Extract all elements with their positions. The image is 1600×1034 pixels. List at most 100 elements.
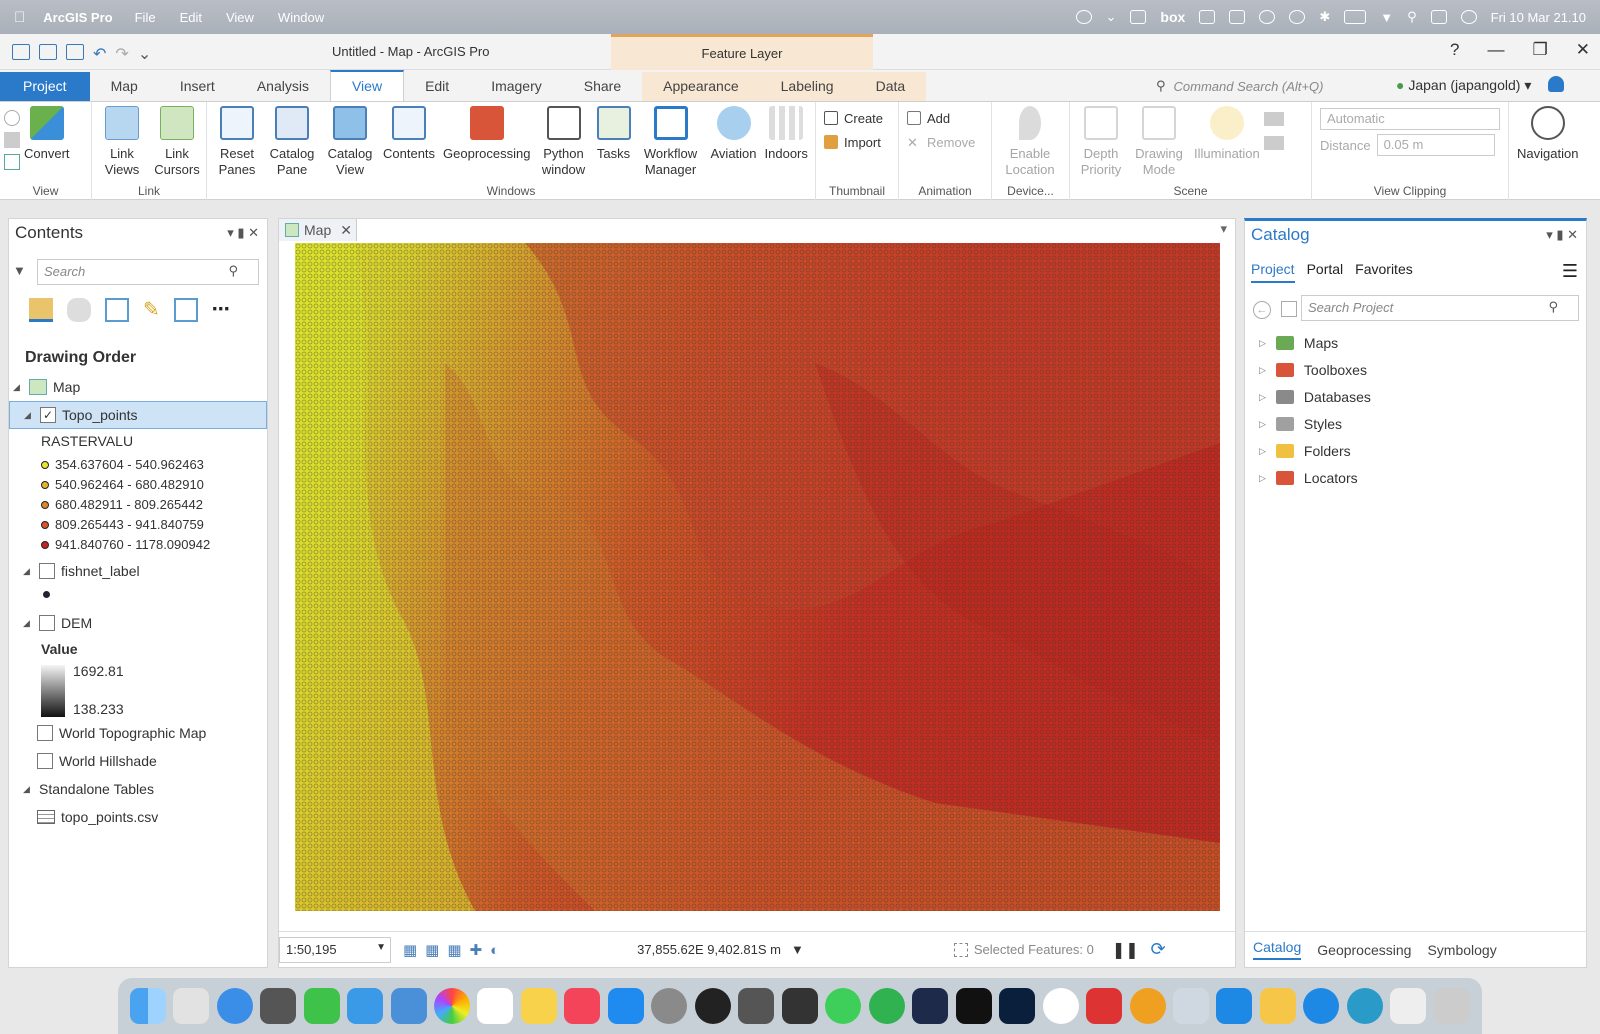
create-thumbnail-button[interactable]: Create xyxy=(824,106,894,130)
documents-icon[interactable] xyxy=(1390,988,1427,1024)
catalog-menu-icon[interactable]: ☰ xyxy=(1562,261,1578,282)
collapse-icon[interactable]: ◢ xyxy=(24,410,34,421)
catalog-search-input[interactable]: Search Project ⚲ xyxy=(1301,295,1579,321)
expand-icon[interactable]: ▷ xyxy=(1259,392,1266,403)
add-animation-button[interactable]: Add xyxy=(907,106,987,130)
list-by-editing-icon[interactable]: ✎ xyxy=(143,297,160,322)
tab-project[interactable]: Project xyxy=(0,72,90,101)
back-icon[interactable]: ← xyxy=(1253,301,1271,319)
close-icon[interactable]: ✕ xyxy=(340,222,352,239)
toc-standalone-tables[interactable]: ◢ Standalone Tables xyxy=(23,781,154,797)
distance-input[interactable]: 0.05 m xyxy=(1376,134,1495,156)
catalog-item-maps[interactable]: ▷ Maps xyxy=(1259,335,1338,351)
close-icon[interactable]: ✕ xyxy=(1576,40,1590,60)
coordinate-format-icon[interactable]: ▼ xyxy=(791,942,804,957)
minimize-icon[interactable]: — xyxy=(1488,40,1505,60)
terminal-icon[interactable] xyxy=(955,988,992,1024)
chatgpt-icon[interactable] xyxy=(1042,988,1079,1024)
remove-animation-button[interactable]: ✕ Remove xyxy=(907,130,987,154)
appstore-icon[interactable] xyxy=(607,988,644,1024)
notification-icon[interactable] xyxy=(1548,76,1564,92)
tab-analysis[interactable]: Analysis xyxy=(236,72,330,101)
redo-icon[interactable]: ↷ xyxy=(115,44,128,63)
wifi-icon[interactable]: ▼ xyxy=(1380,10,1393,25)
tab-insert[interactable]: Insert xyxy=(159,72,236,101)
expand-icon[interactable]: ▷ xyxy=(1259,365,1266,376)
subtab-portal[interactable]: Portal xyxy=(1307,261,1344,283)
trash-icon[interactable] xyxy=(1433,988,1470,1024)
help-icon[interactable]: ? xyxy=(1450,40,1459,60)
menu-file[interactable]: File xyxy=(135,10,156,25)
maximize-icon[interactable]: ❐ xyxy=(1533,40,1548,60)
filter-icon[interactable]: ▼ xyxy=(13,263,26,278)
view-small-icon-1[interactable] xyxy=(4,110,20,126)
expand-icon[interactable]: ▷ xyxy=(1259,446,1266,457)
tab-map[interactable]: Map xyxy=(90,72,159,101)
toc-map[interactable]: ◢ Map xyxy=(13,379,80,395)
map-view-tab[interactable]: Map ✕ xyxy=(279,219,357,241)
toc-world-hillshade[interactable]: World Hillshade xyxy=(37,753,157,769)
status-circle-icon[interactable] xyxy=(1075,10,1092,24)
edge-icon[interactable] xyxy=(1346,988,1383,1024)
battery-icon[interactable] xyxy=(1344,10,1367,24)
clipping-mode-select[interactable]: Automatic xyxy=(1320,108,1500,130)
display-icon[interactable] xyxy=(1130,10,1147,24)
undo-icon[interactable]: ↶ xyxy=(93,44,106,63)
legend-class[interactable]: 354.637604 - 540.962463 xyxy=(41,457,204,472)
world-hillshade-checkbox[interactable] xyxy=(37,753,53,769)
clock[interactable]: Fri 10 Mar 21.10 xyxy=(1491,10,1586,25)
davinci-icon[interactable] xyxy=(781,988,818,1024)
subtab-project[interactable]: Project xyxy=(1251,261,1295,283)
map-tabs-dropdown-icon[interactable]: ▾ xyxy=(1220,221,1227,237)
collapse-icon[interactable]: ◢ xyxy=(23,784,33,795)
catalog-item-toolboxes[interactable]: ▷ Toolboxes xyxy=(1259,362,1367,378)
expand-icon[interactable]: ▷ xyxy=(1259,419,1266,430)
vpn-icon[interactable] xyxy=(1129,988,1166,1024)
scale-select[interactable]: 1:50,195 ▼ xyxy=(279,936,391,963)
catalog-item-folders[interactable]: ▷ Folders xyxy=(1259,443,1351,459)
settings-icon[interactable] xyxy=(651,988,688,1024)
tab-labeling[interactable]: Labeling xyxy=(759,72,855,101)
bluetooth-icon[interactable]: ✱ xyxy=(1319,9,1330,25)
legend-class[interactable]: 941.840760 - 1178.090942 xyxy=(41,537,210,552)
legend-class[interactable]: 680.482911 - 809.265442 xyxy=(41,497,203,512)
command-search[interactable]: ⚲ Command Search (Alt+Q) xyxy=(1156,74,1384,98)
open-project-icon[interactable] xyxy=(39,43,57,60)
airdrop-icon[interactable] xyxy=(1289,10,1306,24)
toc-dem[interactable]: ◢ DEM xyxy=(23,615,92,631)
windows-icon[interactable] xyxy=(1216,988,1253,1024)
dem-checkbox[interactable] xyxy=(39,615,55,631)
whatsapp-icon[interactable] xyxy=(825,988,862,1024)
safari-icon[interactable] xyxy=(216,988,253,1024)
layout-icon[interactable] xyxy=(1229,10,1246,24)
refresh-icon[interactable]: ⟳ xyxy=(1151,939,1166,960)
parallels-icon[interactable] xyxy=(1086,988,1123,1024)
calculator-icon[interactable] xyxy=(738,988,775,1024)
contents-pane-controls[interactable]: ▾ ▮ ✕ xyxy=(227,225,259,241)
timer-icon[interactable] xyxy=(694,988,731,1024)
tab-appearance[interactable]: Appearance xyxy=(642,72,760,101)
new-project-icon[interactable] xyxy=(12,43,30,60)
tab-share[interactable]: Share xyxy=(563,72,642,101)
spotlight-search-icon[interactable]: ⚲ xyxy=(1407,9,1417,25)
tab-edit[interactable]: Edit xyxy=(404,72,470,101)
more-options-icon[interactable]: ⋯ xyxy=(212,299,230,320)
import-thumbnail-button[interactable]: Import xyxy=(824,130,894,154)
customize-toolbar-icon[interactable]: ⌄ xyxy=(138,44,151,63)
mail-icon[interactable] xyxy=(347,988,384,1024)
bottom-tab-symbology[interactable]: Symbology xyxy=(1427,942,1496,958)
toc-world-topo[interactable]: World Topographic Map xyxy=(37,725,206,741)
screenshot-icon[interactable] xyxy=(260,988,297,1024)
collapse-icon[interactable]: ◢ xyxy=(23,618,33,629)
tab-imagery[interactable]: Imagery xyxy=(470,72,563,101)
box-icon[interactable]: box xyxy=(1160,9,1185,25)
collapse-icon[interactable]: ◢ xyxy=(23,566,33,577)
apple-icon[interactable]:  xyxy=(14,9,25,26)
legend-class[interactable]: 540.962464 - 680.482910 xyxy=(41,477,204,492)
list-by-source-icon[interactable] xyxy=(67,297,91,322)
evernote-icon[interactable] xyxy=(868,988,905,1024)
catalog-pane-controls[interactable]: ▾ ▮ ✕ xyxy=(1546,227,1578,243)
messages-icon[interactable] xyxy=(303,988,340,1024)
topo-points-checkbox[interactable]: ✓ xyxy=(40,407,56,423)
calendar-icon[interactable] xyxy=(477,988,514,1024)
